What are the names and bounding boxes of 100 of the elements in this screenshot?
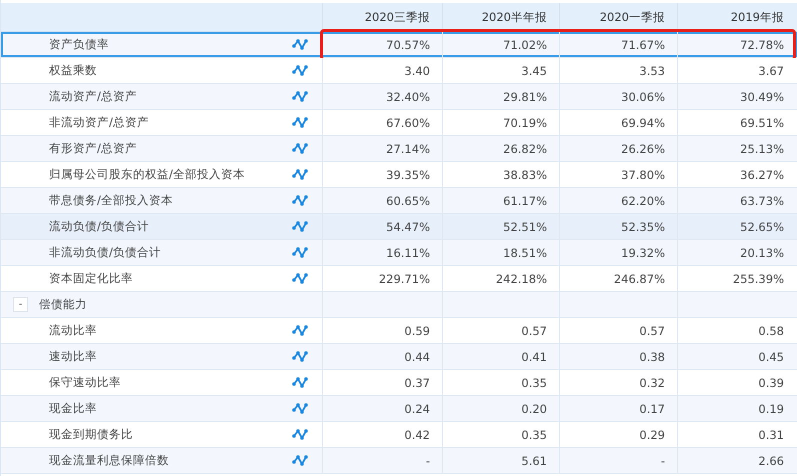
table-row[interactable]: 现金流量利息保障倍数 - 5.61 - 2.66 <box>1 448 797 474</box>
table-row[interactable]: 现金到期债务比 0.42 0.35 0.29 0.31 <box>1 422 797 448</box>
table-cell: - <box>559 448 677 473</box>
table-cell: 62.20% <box>559 188 677 213</box>
table-row[interactable]: 现金比率 0.24 0.20 0.17 0.19 <box>1 396 797 422</box>
table-cell: - <box>322 448 442 473</box>
table-cell: 0.35 <box>442 370 559 395</box>
table-cell: 27.14% <box>322 136 442 161</box>
trend-chart-icon[interactable] <box>292 90 308 103</box>
table-cell: 30.49% <box>677 84 796 109</box>
table-cell: 26.82% <box>442 136 559 161</box>
column-header[interactable]: 2020一季报 <box>559 3 677 31</box>
table-cell: 20.13% <box>677 240 796 265</box>
trend-chart-icon[interactable] <box>292 194 308 207</box>
table-cell: 246.87% <box>559 266 677 291</box>
trend-chart-icon[interactable] <box>292 454 308 467</box>
table-row[interactable]: 归属母公司股东的权益/全部投入资本 39.35% 38.83% 37.80% 36.27% <box>1 162 797 188</box>
table-cell: 60.65% <box>322 188 442 213</box>
row-label: 非流动负债/负债合计 <box>49 245 161 260</box>
row-label: 归属母公司股东的权益/全部投入资本 <box>49 167 245 182</box>
row-label: 流动资产/总资产 <box>49 89 137 104</box>
table-cell: 38.83% <box>442 162 559 187</box>
row-label: 资产负债率 <box>49 37 109 52</box>
table-cell: 71.67% <box>559 32 677 57</box>
table-row[interactable]: 非流动负债/负债合计 16.11% 18.51% 19.32% 20.13% <box>1 240 797 266</box>
table-cell: 69.94% <box>559 110 677 135</box>
row-label: 资本固定化比率 <box>49 271 133 286</box>
table-cell: 36.27% <box>677 162 796 187</box>
table-cell: 3.67 <box>677 58 796 83</box>
row-label: 现金流量利息保障倍数 <box>49 453 169 468</box>
collapse-toggle[interactable]: - <box>13 297 28 312</box>
trend-chart-icon[interactable] <box>292 350 308 363</box>
table-cell: 3.40 <box>322 58 442 83</box>
table-cell: 0.58 <box>677 318 796 343</box>
table-cell: 70.19% <box>442 110 559 135</box>
table-cell: 5.61 <box>442 448 559 473</box>
table-row[interactable]: 带息债务/全部投入资本 60.65% 61.17% 62.20% 63.73% <box>1 188 797 214</box>
table-row[interactable]: 速动比率 0.44 0.41 0.38 0.45 <box>1 344 797 370</box>
table-cell: 3.45 <box>442 58 559 83</box>
table-row[interactable]: 有形资产/总资产 27.14% 26.82% 26.26% 25.13% <box>1 136 797 162</box>
table-cell: 18.51% <box>442 240 559 265</box>
table-cell: 71.02% <box>442 32 559 57</box>
trend-chart-icon[interactable] <box>292 116 308 129</box>
trend-chart-icon[interactable] <box>292 246 308 259</box>
row-label: 非流动资产/总资产 <box>49 115 149 130</box>
table-cell: 0.59 <box>322 318 442 343</box>
table-row[interactable]: 权益乘数 3.40 3.45 3.53 3.67 <box>1 58 797 84</box>
row-label: 保守速动比率 <box>49 375 121 390</box>
table-cell: 0.45 <box>677 344 796 369</box>
trend-chart-icon[interactable] <box>292 428 308 441</box>
table-row[interactable]: 保守速动比率 0.37 0.35 0.32 0.39 <box>1 370 797 396</box>
table-cell: 16.11% <box>322 240 442 265</box>
table-cell: 0.44 <box>322 344 442 369</box>
table-cell: 0.19 <box>677 396 796 421</box>
trend-chart-icon[interactable] <box>292 220 308 233</box>
row-label: 流动比率 <box>49 323 97 338</box>
table-cell: 229.71% <box>322 266 442 291</box>
table-cell: 0.42 <box>322 422 442 447</box>
column-header[interactable]: 2019年报 <box>677 3 796 31</box>
trend-chart-icon[interactable] <box>292 168 308 181</box>
table-cell: 0.24 <box>322 396 442 421</box>
table-row[interactable]: 资本固定化比率 229.71% 242.18% 246.87% 255.39% <box>1 266 797 292</box>
table-row[interactable]: 非流动资产/总资产 67.60% 70.19% 69.94% 69.51% <box>1 110 797 136</box>
table-cell: 26.26% <box>559 136 677 161</box>
table-cell: 0.38 <box>559 344 677 369</box>
table-cell: 52.51% <box>442 214 559 239</box>
table-cell: 25.13% <box>677 136 796 161</box>
table-cell: 3.53 <box>559 58 677 83</box>
table-row[interactable]: 流动负债/负债合计 54.47% 52.51% 52.35% 52.65% <box>1 214 797 240</box>
trend-chart-icon[interactable] <box>292 402 308 415</box>
table-cell: 19.32% <box>559 240 677 265</box>
column-header[interactable]: 2020三季报 <box>322 3 442 31</box>
table-row[interactable]: 资产负债率 70.57% 71.02% 71.67% 72.78% <box>1 32 797 58</box>
table-cell: 30.06% <box>559 84 677 109</box>
table-cell: 29.81% <box>442 84 559 109</box>
trend-chart-icon[interactable] <box>292 324 308 337</box>
column-header[interactable]: 2020半年报 <box>442 3 559 31</box>
table-cell: 0.29 <box>559 422 677 447</box>
table-cell: 0.17 <box>559 396 677 421</box>
trend-chart-icon[interactable] <box>292 272 308 285</box>
trend-chart-icon[interactable] <box>292 64 308 77</box>
table-cell: 39.35% <box>322 162 442 187</box>
trend-chart-icon[interactable] <box>292 376 308 389</box>
table-row[interactable]: 流动比率 0.59 0.57 0.57 0.58 <box>1 318 797 344</box>
row-label: 速动比率 <box>49 349 97 364</box>
trend-chart-icon[interactable] <box>292 38 308 51</box>
table-row[interactable]: 流动资产/总资产 32.40% 29.81% 30.06% 30.49% <box>1 84 797 110</box>
table-cell: 70.57% <box>322 32 442 57</box>
table-cell: 32.40% <box>322 84 442 109</box>
table-cell: 0.57 <box>559 318 677 343</box>
table-cell: 0.37 <box>322 370 442 395</box>
row-label: 现金比率 <box>49 401 97 416</box>
table-cell: 37.80% <box>559 162 677 187</box>
trend-chart-icon[interactable] <box>292 142 308 155</box>
row-label: 现金到期债务比 <box>49 427 133 442</box>
table-cell: 0.31 <box>677 422 796 447</box>
row-label: 流动负债/负债合计 <box>49 219 149 234</box>
group-label: 偿债能力 <box>39 297 87 312</box>
table-cell: 61.17% <box>442 188 559 213</box>
table-cell: 52.35% <box>559 214 677 239</box>
